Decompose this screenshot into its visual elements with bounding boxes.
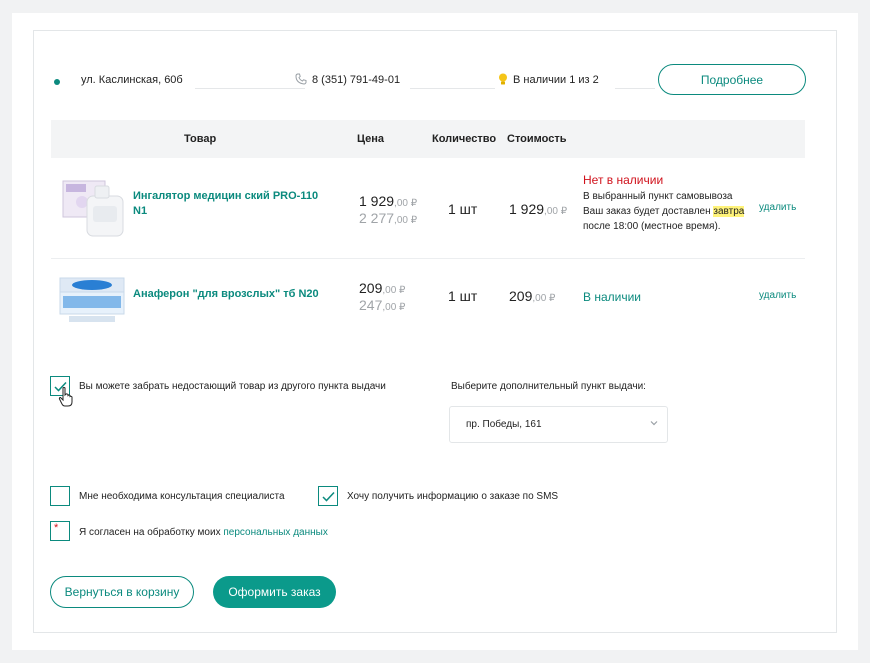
- quantity: 1 шт: [448, 288, 478, 304]
- header-product: Товар: [184, 133, 217, 145]
- price-old: 2 277,00 ₽: [359, 210, 418, 226]
- phone-icon: [295, 73, 307, 85]
- sms-label: Хочу получить информацию о заказе по SMS: [347, 491, 559, 502]
- lightbulb-icon: [499, 73, 507, 85]
- status-unavailable: Нет в наличии: [583, 173, 664, 187]
- place-order-button[interactable]: Оформить заказ: [213, 576, 336, 608]
- divider: [615, 88, 655, 89]
- checkmark-icon: [322, 491, 335, 502]
- consent-label: Я согласен на обработку моих персональны…: [79, 527, 328, 538]
- availability-text: В наличии 1 из 2: [513, 74, 599, 86]
- pickup-marker-icon: [54, 79, 60, 85]
- other-point-label: Вы можете забрать недостающий товар из д…: [79, 381, 386, 392]
- header-price: Цена: [357, 133, 385, 145]
- product-image: [57, 178, 127, 238]
- chevron-down-icon: [650, 421, 658, 426]
- consult-label: Мне необходима консультация специалиста: [79, 491, 285, 502]
- price-current: 209,00 ₽: [359, 280, 406, 296]
- cost: 209,00 ₽: [509, 288, 556, 304]
- back-to-cart-button[interactable]: Вернуться в корзину: [50, 576, 194, 608]
- table-row: Ингалятор медицин ский PRO-110 N1 1 929,…: [51, 158, 805, 259]
- pickup-phone: 8 (351) 791-49-01: [312, 74, 401, 86]
- checkout-card: ул. Каслинская, 60б 8 (351) 791-49-01 В …: [12, 13, 858, 650]
- pickup-point-value: пр. Победы, 161: [466, 419, 542, 430]
- status-available: В наличии: [583, 290, 642, 304]
- pickup-info-row: ул. Каслинская, 60б 8 (351) 791-49-01 В …: [48, 61, 808, 95]
- quantity: 1 шт: [448, 201, 478, 217]
- divider: [410, 88, 495, 89]
- consent-checkbox[interactable]: *: [50, 521, 70, 541]
- divider: [195, 88, 305, 89]
- personal-data-link[interactable]: персональных данных: [223, 527, 327, 538]
- product-image: [57, 272, 127, 332]
- pickup-point-select[interactable]: пр. Победы, 161: [449, 406, 668, 443]
- pickup-address: ул. Каслинская, 60б: [81, 74, 183, 86]
- hand-cursor-icon: [58, 387, 73, 407]
- delivery-note: В выбранный пункт самовывоза Ваш заказ б…: [583, 191, 745, 232]
- checkout-panel: ул. Каслинская, 60б 8 (351) 791-49-01 В …: [33, 30, 837, 633]
- delete-link[interactable]: удалить: [759, 290, 796, 301]
- header-quantity: Количество: [432, 133, 497, 145]
- details-button[interactable]: Подробнее: [658, 64, 806, 95]
- consult-checkbox[interactable]: [50, 486, 70, 506]
- sms-checkbox[interactable]: [318, 486, 338, 506]
- required-mark: *: [54, 522, 59, 534]
- price-old: 247,00 ₽: [359, 297, 406, 313]
- table-header: Товар Цена Количество Стоимость: [51, 120, 805, 158]
- header-cost: Стоимость: [507, 133, 567, 145]
- product-name[interactable]: Анаферон "для врозслых" тб N20: [133, 287, 319, 302]
- table-row: Анаферон "для врозслых" тб N20 209,00 ₽ …: [51, 260, 805, 340]
- delete-link[interactable]: удалить: [759, 202, 796, 213]
- price-current: 1 929,00 ₽: [359, 193, 418, 209]
- cost: 1 929,00 ₽: [509, 201, 568, 217]
- choose-point-label: Выберите дополнительный пункт выдачи:: [451, 381, 646, 392]
- product-name[interactable]: Ингалятор медицин ский PRO-110 N1: [133, 189, 333, 219]
